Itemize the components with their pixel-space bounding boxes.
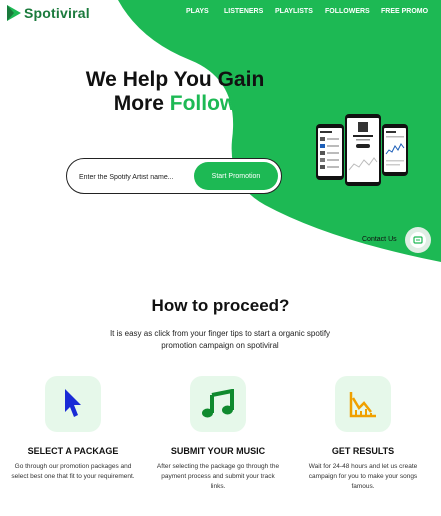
- logo[interactable]: Spotiviral: [6, 4, 90, 22]
- phone-mockups: [316, 114, 408, 186]
- nav-link-followers[interactable]: FOLLOWERS: [325, 8, 381, 15]
- music-note-icon: [202, 389, 234, 418]
- step-description: After selecting the package go through t…: [156, 463, 280, 490]
- nav-link-listeners[interactable]: LISTENERS: [224, 8, 275, 15]
- section-description: It is easy as click from your finger tip…: [109, 329, 331, 350]
- brand-name: Spotiviral: [24, 5, 90, 21]
- artist-name-input[interactable]: [77, 168, 199, 186]
- phone-right: [382, 124, 408, 176]
- section-title: How to proceed?: [151, 296, 290, 315]
- nav-link-plays[interactable]: PLAYS: [186, 8, 224, 15]
- phone-left-screen: [320, 131, 339, 169]
- step-icon-box: [335, 376, 391, 432]
- phone-right-screen: [385, 131, 405, 166]
- step-icon-box: [190, 376, 246, 432]
- step-get-results: GET RESULTS Wait for 24-48 hours and let…: [298, 376, 428, 492]
- nav-links: PLAYS LISTENERS PLAYLISTS FOLLOWERS FREE…: [186, 8, 428, 15]
- nav-link-playlists[interactable]: PLAYLISTS: [275, 8, 325, 15]
- step-description: Wait for 24-48 hours and let us create c…: [308, 463, 418, 490]
- step-title: GET RESULTS: [331, 446, 395, 456]
- cursor-icon: [65, 389, 81, 417]
- headline-line-1: We Help You Gain: [85, 68, 265, 91]
- step-title: SELECT A PACKAGE: [27, 446, 119, 456]
- headline-line-2: More Follow: [70, 92, 280, 116]
- step-description: Go through our promotion packages and se…: [11, 463, 135, 480]
- chat-icon-container: [410, 232, 426, 248]
- top-navigation: Spotiviral PLAYS LISTENERS PLAYLISTS FOL…: [0, 0, 441, 26]
- logo-play-icon: [7, 5, 21, 21]
- artist-search-box: Start Promotion: [66, 158, 282, 194]
- nav-link-free-promo[interactable]: FREE PROMO: [381, 8, 428, 15]
- step-submit-music: SUBMIT YOUR MUSIC After selecting the pa…: [153, 376, 283, 492]
- phone-center-screen: [348, 122, 378, 171]
- hero-headline: We Help You Gain More Follow: [70, 68, 280, 116]
- step-icon-box: [45, 376, 101, 432]
- contact-us-label[interactable]: Contact Us: [362, 236, 397, 243]
- phone-left: [316, 124, 344, 180]
- chat-button[interactable]: [405, 227, 431, 253]
- step-select-package: SELECT A PACKAGE Go through our promotio…: [8, 376, 138, 482]
- headline-highlight: Follow: [169, 92, 237, 115]
- start-promotion-button[interactable]: Start Promotion: [194, 162, 278, 190]
- chart-icon: [349, 392, 376, 418]
- phone-center: [345, 114, 381, 186]
- step-title: SUBMIT YOUR MUSIC: [170, 446, 266, 456]
- chat-icon: [413, 235, 423, 244]
- headline-text: More: [113, 92, 170, 115]
